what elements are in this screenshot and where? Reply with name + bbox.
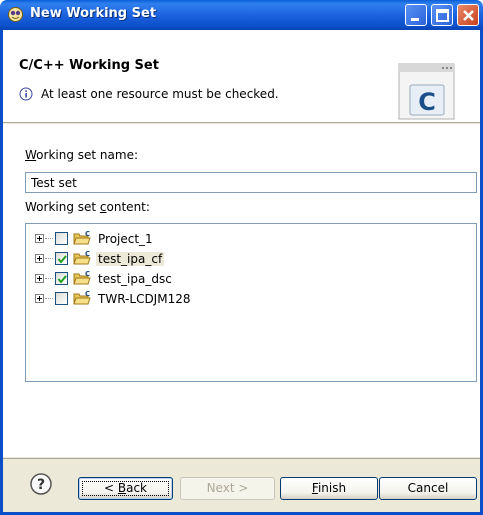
svg-text:C: C (85, 290, 90, 298)
status-message: At least one resource must be checked. (41, 87, 279, 101)
tree-item-checkbox[interactable] (55, 232, 68, 245)
close-icon (463, 10, 474, 21)
wizard-button-bar: ? < Back Next > Finish Cancel (3, 458, 480, 512)
info-icon (19, 87, 33, 101)
svg-text:C: C (85, 230, 90, 238)
finish-button[interactable]: Finish (280, 477, 378, 500)
working-set-content-label: Working set content: (25, 200, 150, 214)
expand-icon[interactable] (35, 294, 44, 303)
tree-item-label[interactable]: test_ipa_dsc (96, 272, 174, 286)
checkmark-icon (57, 275, 67, 284)
eclipse-app-icon (8, 7, 23, 22)
maximize-icon (436, 9, 449, 22)
close-button[interactable] (457, 4, 479, 26)
minimize-button[interactable] (405, 4, 427, 26)
wizard-banner: C/C++ Working Set At least one resource … (3, 30, 480, 123)
tree-item-test-ipa-cf[interactable]: C test_ipa_cf (26, 249, 466, 269)
window-title: New Working Set (30, 6, 157, 21)
working-set-name-label: Working set name: (25, 148, 138, 162)
back-button[interactable]: < Back (78, 477, 173, 500)
tree-item-checkbox[interactable] (55, 272, 68, 285)
wizard-content: Working set name: Working set content: C… (3, 124, 480, 457)
tree-connector (45, 278, 53, 279)
tree-connector (45, 298, 53, 299)
tree-item-twr-lcdjm128[interactable]: C TWR-LCDJM128 (26, 289, 466, 309)
c-project-folder-icon: C (73, 230, 91, 245)
title-bar: New Working Set (0, 0, 483, 30)
c-working-set-wizard-icon: C (398, 63, 455, 120)
checkmark-icon (57, 255, 67, 264)
expand-icon[interactable] (35, 234, 44, 243)
tree-connector (45, 238, 53, 239)
page-title: C/C++ Working Set (19, 58, 159, 73)
c-project-folder-icon: C (73, 270, 91, 285)
tree-item-label[interactable]: Project_1 (96, 232, 155, 246)
working-set-name-input[interactable] (25, 172, 477, 193)
svg-text:C: C (85, 250, 90, 258)
working-set-content-tree[interactable]: C Project_1 C test_ipa_cf C test_ipa_dsc… (25, 223, 477, 382)
expand-icon[interactable] (35, 254, 44, 263)
tree-item-checkbox[interactable] (55, 292, 68, 305)
tree-item-project-1[interactable]: C Project_1 (26, 229, 466, 249)
next-button[interactable]: Next > (180, 477, 275, 500)
maximize-button[interactable] (431, 4, 453, 26)
cancel-button[interactable]: Cancel (379, 477, 477, 500)
c-project-folder-icon: C (73, 290, 91, 305)
tree-item-label[interactable]: test_ipa_cf (96, 252, 165, 266)
svg-text:?: ? (37, 477, 45, 493)
minimize-icon (411, 18, 419, 21)
tree-connector (45, 258, 53, 259)
expand-icon[interactable] (35, 274, 44, 283)
wizard-image-letter: C (418, 88, 436, 116)
help-icon[interactable]: ? (30, 473, 52, 495)
svg-text:C: C (85, 270, 90, 278)
c-project-folder-icon: C (73, 250, 91, 265)
tree-item-test-ipa-dsc[interactable]: C test_ipa_dsc (26, 269, 466, 289)
tree-item-label[interactable]: TWR-LCDJM128 (96, 292, 192, 306)
tree-item-checkbox[interactable] (55, 252, 68, 265)
